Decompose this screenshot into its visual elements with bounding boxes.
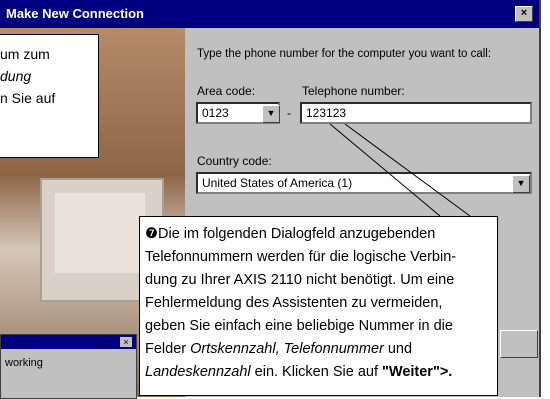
- callout-top-line-3: n Sie auf: [0, 90, 56, 106]
- background-window: × working: [0, 334, 137, 399]
- callout-line-4: Fehlermeldung des Assistenten zu vermeid…: [145, 295, 443, 311]
- instruction-callout: ❼Die im folgenden Dialogfeld anzugebende…: [139, 216, 498, 396]
- background-window-text: working: [5, 357, 43, 369]
- callout-line-6: Felder Ortskennzahl, Telefonnummer und: [145, 341, 413, 357]
- callout-top-line-2: dung: [0, 68, 32, 84]
- callout-line-1: ❼Die im folgenden Dialogfeld anzugebende…: [145, 226, 436, 242]
- callout-line-3: dung zu Ihrer AXIS 2110 nicht benötigt. …: [145, 272, 455, 288]
- callout-line-7: Landeskennzahl ein. Klicken Sie auf "Wei…: [145, 364, 453, 380]
- step-number-icon: ❼: [145, 226, 158, 242]
- callout-line-2: Telefonnummern werden für die logische V…: [145, 249, 457, 265]
- background-window-title-bar: ×: [1, 335, 136, 349]
- instruction-callout-partial: um zum dung n Sie auf: [0, 34, 99, 158]
- callout-line-5: geben Sie einfach eine beliebige Nummer …: [145, 318, 453, 334]
- callout-top-line-1: um zum: [0, 46, 50, 62]
- background-window-close-button[interactable]: ×: [120, 337, 132, 347]
